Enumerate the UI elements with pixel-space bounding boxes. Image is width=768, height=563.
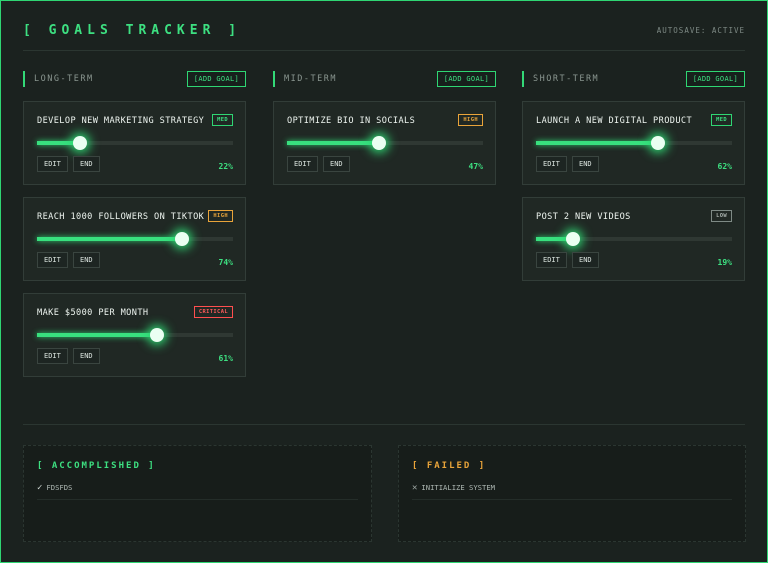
column-title: MID-TERM	[273, 71, 337, 87]
item-divider	[37, 499, 358, 500]
priority-badge: MED	[711, 114, 732, 126]
progress-percent: 62%	[717, 162, 732, 171]
add-goal-button[interactable]: [ADD GOAL]	[186, 71, 246, 87]
priority-badge: HIGH	[458, 114, 483, 126]
section-divider	[23, 424, 745, 425]
end-button[interactable]: END	[73, 252, 100, 268]
progress-track[interactable]	[37, 232, 233, 246]
add-goal-button[interactable]: [ADD GOAL]	[685, 71, 745, 87]
progress-handle[interactable]	[175, 232, 190, 246]
progress-fill	[536, 141, 658, 145]
column-title: SHORT-TERM	[522, 71, 599, 87]
progress-handle[interactable]	[566, 232, 581, 246]
edit-button[interactable]: EDIT	[37, 156, 68, 172]
priority-badge: HIGH	[208, 210, 233, 222]
check-icon: ✓	[37, 483, 43, 493]
goal-card: DEVELOP NEW MARKETING STRATEGY MED EDIT …	[23, 101, 246, 185]
failed-item: ✕ INITIALIZE SYSTEM	[412, 483, 495, 493]
progress-fill	[287, 141, 380, 145]
goal-title: LAUNCH A NEW DIGITAL PRODUCT	[536, 116, 693, 126]
progress-fill	[37, 333, 157, 337]
progress-fill	[37, 237, 183, 241]
accomplished-item-text: FDSFDS	[46, 483, 73, 492]
edit-button[interactable]: EDIT	[536, 156, 567, 172]
end-button[interactable]: END	[73, 348, 100, 364]
accomplished-item: ✓ FDSFDS	[37, 483, 72, 493]
progress-percent: 22%	[218, 162, 233, 171]
failed-item-text: INITIALIZE SYSTEM	[421, 483, 495, 492]
goal-card: REACH 1000 FOLLOWERS ON TIKTOK HIGH EDIT…	[23, 197, 246, 281]
progress-percent: 61%	[218, 354, 233, 363]
progress-handle[interactable]	[372, 136, 387, 150]
progress-handle[interactable]	[149, 328, 164, 342]
page-title: [ GOALS TRACKER ]	[23, 23, 242, 38]
progress-handle[interactable]	[73, 136, 88, 150]
edit-button[interactable]: EDIT	[37, 252, 68, 268]
item-divider	[412, 499, 732, 500]
header: [ GOALS TRACKER ] AUTOSAVE: ACTIVE	[23, 23, 745, 51]
end-button[interactable]: END	[73, 156, 100, 172]
end-button[interactable]: END	[572, 252, 599, 268]
column-short-term: SHORT-TERM [ADD GOAL] LAUNCH A NEW DIGIT…	[522, 71, 745, 281]
goal-card: OPTIMIZE BIO IN SOCIALS HIGH EDIT END 47…	[273, 101, 496, 185]
goal-title: OPTIMIZE BIO IN SOCIALS	[287, 116, 416, 126]
accomplished-panel: [ ACCOMPLISHED ] ✓ FDSFDS	[23, 445, 372, 542]
progress-percent: 19%	[717, 258, 732, 267]
progress-track[interactable]	[37, 136, 233, 150]
goal-card: MAKE $5000 PER MONTH CRITICAL EDIT END 6…	[23, 293, 246, 377]
progress-percent: 74%	[218, 258, 233, 267]
column-header: MID-TERM [ADD GOAL]	[273, 71, 496, 89]
progress-track[interactable]	[536, 232, 732, 246]
end-button[interactable]: END	[572, 156, 599, 172]
goal-title: POST 2 NEW VIDEOS	[536, 212, 631, 222]
progress-track[interactable]	[287, 136, 483, 150]
failed-panel: [ FAILED ] ✕ INITIALIZE SYSTEM	[398, 445, 746, 542]
progress-track[interactable]	[37, 328, 233, 342]
goal-title: REACH 1000 FOLLOWERS ON TIKTOK	[37, 212, 205, 222]
column-header: LONG-TERM [ADD GOAL]	[23, 71, 246, 89]
goal-title: MAKE $5000 PER MONTH	[37, 308, 149, 318]
edit-button[interactable]: EDIT	[536, 252, 567, 268]
accomplished-title: [ ACCOMPLISHED ]	[37, 461, 156, 471]
priority-badge: CRITICAL	[193, 306, 233, 318]
priority-badge: LOW	[711, 210, 732, 222]
progress-handle[interactable]	[650, 136, 665, 150]
goal-card: LAUNCH A NEW DIGITAL PRODUCT MED EDIT EN…	[522, 101, 745, 185]
autosave-status: AUTOSAVE: ACTIVE	[656, 26, 745, 35]
header-divider	[23, 50, 745, 51]
add-goal-button[interactable]: [ADD GOAL]	[436, 71, 496, 87]
priority-badge: MED	[212, 114, 233, 126]
goal-title: DEVELOP NEW MARKETING STRATEGY	[37, 116, 205, 126]
end-button[interactable]: END	[323, 156, 350, 172]
app-frame: [ GOALS TRACKER ] AUTOSAVE: ACTIVE LONG-…	[0, 0, 768, 563]
failed-title: [ FAILED ]	[412, 461, 487, 471]
column-mid-term: MID-TERM [ADD GOAL] OPTIMIZE BIO IN SOCI…	[273, 71, 496, 185]
progress-track[interactable]	[536, 136, 732, 150]
column-header: SHORT-TERM [ADD GOAL]	[522, 71, 745, 89]
column-long-term: LONG-TERM [ADD GOAL] DEVELOP NEW MARKETI…	[23, 71, 246, 377]
column-title: LONG-TERM	[23, 71, 94, 87]
edit-button[interactable]: EDIT	[37, 348, 68, 364]
progress-percent: 47%	[468, 162, 483, 171]
close-icon: ✕	[412, 483, 418, 493]
edit-button[interactable]: EDIT	[287, 156, 318, 172]
goal-card: POST 2 NEW VIDEOS LOW EDIT END 19%	[522, 197, 745, 281]
